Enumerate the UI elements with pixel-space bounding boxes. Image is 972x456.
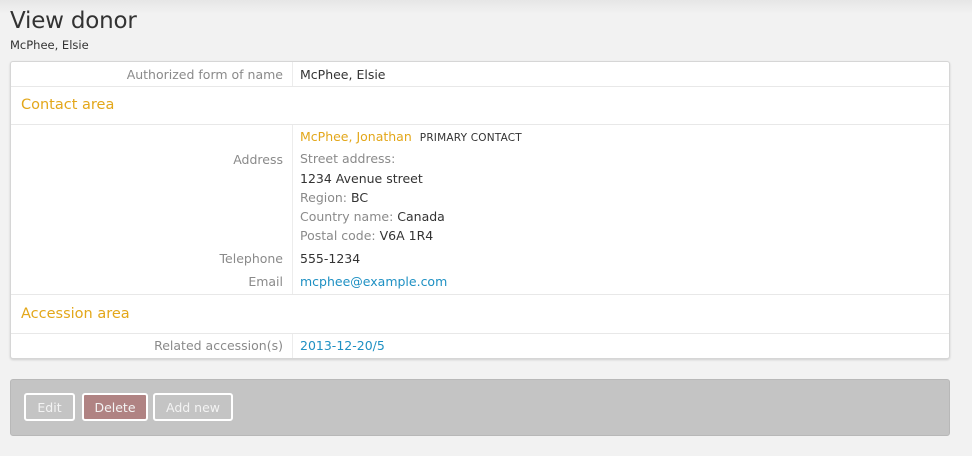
region-line: Region: BC	[300, 190, 368, 205]
donor-details-card: Authorized form of name McPhee, Elsie Co…	[10, 61, 950, 359]
edit-button[interactable]: Edit	[24, 393, 75, 421]
street-key: Street address:	[300, 151, 396, 166]
section-divider	[11, 294, 949, 295]
section-divider	[11, 333, 949, 334]
actions-bar: Edit Delete Add new	[10, 379, 950, 436]
postal-value: V6A 1R4	[379, 228, 434, 243]
page-title: View donor	[10, 8, 137, 34]
region-key: Region:	[300, 190, 348, 205]
section-divider	[11, 124, 949, 125]
email-link[interactable]: mcphee@example.com	[300, 274, 447, 289]
telephone-value: 555-1234	[300, 251, 361, 266]
address-label: Address	[233, 152, 283, 167]
row-divider	[11, 86, 949, 87]
accession-area-title[interactable]: Accession area	[21, 306, 130, 322]
street-value: 1234 Avenue street	[300, 171, 423, 186]
column-divider	[292, 125, 293, 294]
primary-contact-badge: PRIMARY CONTACT	[419, 132, 522, 144]
contact-area-title[interactable]: Contact area	[21, 97, 114, 113]
authorized-name-value: McPhee, Elsie	[300, 67, 386, 82]
country-key: Country name:	[300, 209, 394, 224]
telephone-label: Telephone	[219, 251, 283, 266]
page-subtitle: McPhee, Elsie	[10, 38, 89, 52]
add-new-button[interactable]: Add new	[153, 393, 233, 421]
column-divider	[292, 334, 293, 358]
delete-button[interactable]: Delete	[82, 393, 148, 421]
postal-key: Postal code:	[300, 228, 376, 243]
country-line: Country name: Canada	[300, 209, 445, 224]
contact-name-line: McPhee, Jonathan PRIMARY CONTACT	[300, 129, 522, 144]
country-value: Canada	[397, 209, 445, 224]
authorized-name-label: Authorized form of name	[126, 67, 283, 82]
top-shadow	[0, 0, 972, 14]
related-accession-link[interactable]: 2013-12-20/5	[300, 338, 385, 353]
related-accessions-label: Related accession(s)	[154, 338, 283, 353]
postal-line: Postal code: V6A 1R4	[300, 228, 433, 243]
column-divider	[292, 62, 293, 86]
email-label: Email	[248, 274, 283, 289]
street-label: Street address:	[300, 151, 395, 166]
region-value: BC	[351, 190, 369, 205]
contact-name-link[interactable]: McPhee, Jonathan	[300, 129, 412, 144]
